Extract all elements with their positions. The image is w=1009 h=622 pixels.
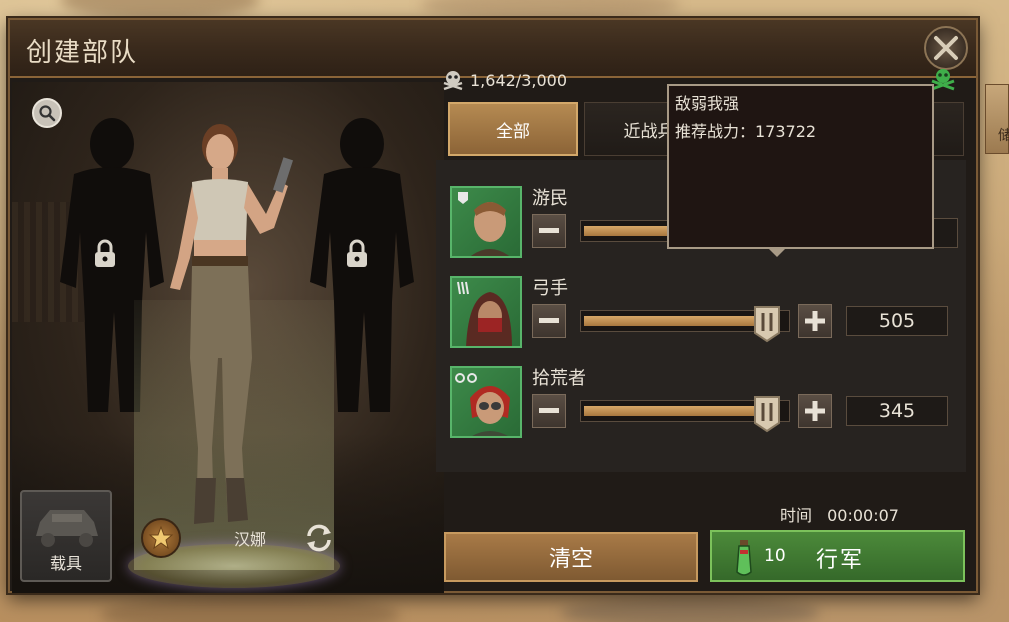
tab-all[interactable]: 全部 [448, 102, 578, 156]
decrease-button[interactable] [532, 304, 566, 338]
side-tab-label: 储 [998, 128, 1009, 144]
unit-name: 弓手 [532, 278, 568, 299]
plus-icon [805, 311, 825, 331]
march-button[interactable]: 10 行军 [710, 530, 965, 582]
clear-button[interactable]: 清空 [444, 532, 698, 582]
vehicle-icon [36, 510, 98, 547]
hero-figure[interactable] [142, 118, 312, 538]
quantity-input[interactable]: 345 [846, 396, 948, 426]
hero-row: 汉娜 [135, 516, 345, 560]
increase-button[interactable] [798, 304, 832, 338]
slider-fill [584, 316, 768, 326]
vehicle-button[interactable]: 载具 [20, 490, 112, 582]
quantity-slider[interactable] [580, 396, 790, 433]
nomad-portrait-icon [458, 192, 510, 256]
window-title: 创建部队 [26, 38, 139, 68]
time-value: 00:00:07 [827, 506, 899, 525]
capacity-text: 1,642/3,000 [470, 70, 567, 90]
unit-portrait[interactable] [450, 366, 522, 438]
battle-tooltip: 敌弱我强 推荐战力：173722 [667, 84, 934, 257]
quantity-input[interactable]: 505 [846, 306, 948, 336]
star-icon [148, 525, 174, 550]
unit-row: 拾荒者 345 [436, 362, 966, 442]
unit-portrait[interactable] [450, 186, 522, 258]
slider-fill [584, 406, 768, 416]
hero-rank-badge[interactable] [141, 518, 181, 558]
unit-row: 弓手 505 [436, 272, 966, 352]
decrease-button[interactable] [532, 214, 566, 248]
unit-name: 拾荒者 [532, 368, 586, 389]
march-cost: 10 [764, 546, 786, 566]
quantity-slider[interactable] [580, 306, 790, 343]
troop-capacity-icon [443, 71, 463, 91]
time-label: 时间 [780, 506, 813, 525]
vehicle-label: 载具 [49, 554, 82, 573]
tooltip-title: 敌弱我强 [675, 94, 740, 113]
stamina-potion-icon [736, 540, 752, 576]
unit-portrait[interactable] [450, 276, 522, 348]
minus-icon [539, 318, 559, 323]
scavenger-portrait-icon [455, 373, 510, 436]
tooltip-arrow [767, 247, 787, 257]
swap-hero-icon[interactable] [301, 520, 337, 556]
increase-button[interactable] [798, 394, 832, 428]
unit-name: 游民 [532, 188, 568, 209]
side-tab[interactable]: 储 [985, 84, 1009, 154]
decrease-button[interactable] [532, 394, 566, 428]
tab-label: 全部 [496, 121, 530, 142]
close-icon [934, 36, 958, 60]
clear-label: 清空 [548, 547, 593, 572]
march-label: 行军 [816, 548, 865, 573]
minus-icon [539, 228, 559, 233]
plus-icon [805, 401, 825, 421]
minus-icon [539, 408, 559, 413]
lock-icon [95, 239, 115, 267]
lock-icon [347, 239, 367, 267]
slider-thumb[interactable] [753, 395, 781, 433]
march-time: 时间 00:00:07 [780, 502, 899, 526]
capacity-display: 1,642/3,000 [440, 69, 567, 91]
archer-portrait-icon [457, 281, 512, 346]
recommended-power: 推荐战力：173722 [675, 122, 817, 141]
slider-thumb[interactable] [753, 305, 781, 343]
hero-name: 汉娜 [233, 530, 266, 549]
